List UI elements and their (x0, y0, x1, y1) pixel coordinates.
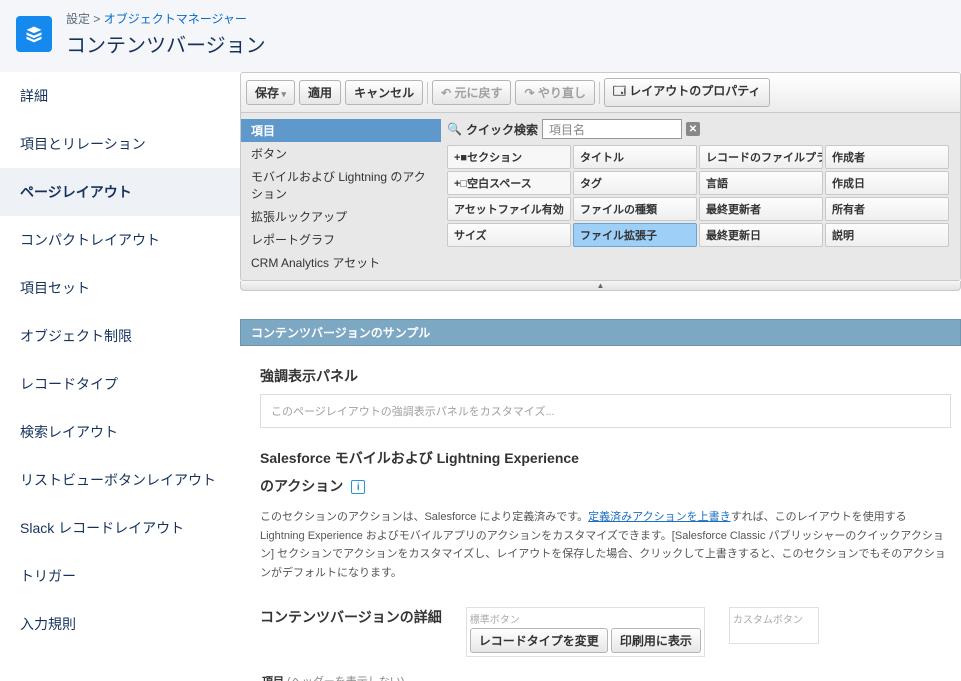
info-icon[interactable]: i (351, 480, 365, 494)
sidebar: 詳細項目とリレーションページレイアウトコンパクトレイアウト項目セットオブジェクト… (0, 72, 240, 681)
save-button[interactable]: 保存 (246, 80, 295, 105)
palette-category[interactable]: 拡張ルックアップ (241, 205, 441, 228)
field-chip[interactable]: アセットファイル有効 (447, 197, 571, 221)
custom-buttons: カスタムボタン (729, 607, 819, 644)
layout-props-button[interactable]: 🗔 レイアウトのプロパティ (604, 78, 770, 107)
field-chip[interactable]: レコードのファイルプライバシ (699, 145, 823, 169)
search-label: クイック検索 (466, 121, 538, 138)
palette-category[interactable]: ボタン (241, 142, 441, 165)
field-chip[interactable]: 所有者 (825, 197, 949, 221)
search-clear-button[interactable]: ✕ (686, 122, 700, 136)
sidebar-item[interactable]: レコードタイプ (0, 360, 240, 408)
undo-button[interactable]: ↶ 元に戻す (432, 80, 511, 105)
print-view-button[interactable]: 印刷用に表示 (611, 628, 701, 653)
apply-button[interactable]: 適用 (299, 80, 341, 105)
highlight-panel-title: 強調表示パネル (260, 366, 951, 386)
sidebar-item[interactable]: 項目セット (0, 264, 240, 312)
palette: 項目ボタンモバイルおよび Lightning のアクション拡張ルックアップレポー… (240, 113, 961, 281)
page-title: コンテンツバージョン (66, 29, 266, 58)
breadcrumb-root[interactable]: 設定 (66, 12, 90, 26)
sidebar-item[interactable]: 項目とリレーション (0, 120, 240, 168)
palette-category[interactable]: レポートグラフ (241, 228, 441, 251)
section-tab: 項目 (ヘッダーを表示しない) (260, 673, 406, 681)
field-chip[interactable]: 最終更新日 (699, 223, 823, 247)
page-header: 設定 > オブジェクトマネージャー コンテンツバージョン (0, 0, 961, 72)
field-chip[interactable]: ファイルの種類 (573, 197, 697, 221)
sidebar-item[interactable]: ページレイアウト (0, 168, 240, 216)
redo-button[interactable]: ↷ やり直し (515, 80, 594, 105)
search-icon: 🔍 (447, 122, 462, 136)
palette-category[interactable]: 項目 (241, 119, 441, 142)
sidebar-item[interactable]: Slack レコードレイアウト (0, 504, 240, 552)
field-chip[interactable]: 作成日 (825, 171, 949, 195)
sidebar-item[interactable]: リストビューボタンレイアウト (0, 456, 240, 504)
palette-categories: 項目ボタンモバイルおよび Lightning のアクション拡張ルックアップレポー… (241, 113, 441, 280)
breadcrumb-parent[interactable]: オブジェクトマネージャー (104, 12, 247, 26)
field-chip[interactable]: サイズ (447, 223, 571, 247)
override-link[interactable]: 定義済みアクションを上書き (588, 511, 730, 523)
palette-collapse[interactable]: ▲ (240, 281, 961, 291)
field-chip[interactable]: +□空白スペース (447, 171, 571, 195)
field-chip[interactable]: タグ (573, 171, 697, 195)
palette-category[interactable]: CRM Analytics アセット (241, 251, 441, 274)
toolbar: 保存 適用 キャンセル ↶ 元に戻す ↷ やり直し 🗔 レイアウトのプロパティ (240, 72, 961, 113)
detail-title: コンテンツバージョンの詳細 (260, 607, 442, 627)
cancel-button[interactable]: キャンセル (345, 80, 423, 105)
sidebar-item[interactable]: 詳細 (0, 72, 240, 120)
breadcrumb[interactable]: 設定 > オブジェクトマネージャー (66, 10, 266, 27)
search-input[interactable] (542, 119, 682, 139)
highlight-panel-hint[interactable]: このページレイアウトの強調表示パネルをカスタマイズ... (260, 394, 951, 428)
field-chip[interactable]: ファイル拡張子 (573, 223, 697, 247)
field-chip[interactable]: 説明 (825, 223, 949, 247)
field-chip[interactable]: タイトル (573, 145, 697, 169)
sidebar-item[interactable]: オブジェクト制限 (0, 312, 240, 360)
object-icon (16, 16, 52, 52)
change-record-type-button[interactable]: レコードタイプを変更 (470, 628, 608, 653)
content: 保存 適用 キャンセル ↶ 元に戻す ↷ やり直し 🗔 レイアウトのプロパティ … (240, 72, 961, 681)
sidebar-item[interactable]: コンパクトレイアウト (0, 216, 240, 264)
actions-title: Salesforce モバイルおよび Lightning Experience (260, 448, 951, 468)
field-chip[interactable]: +■セクション (447, 145, 571, 169)
sample-banner: コンテンツバージョンのサンプル (240, 319, 961, 346)
sidebar-item[interactable]: 入力規則 (0, 600, 240, 648)
standard-buttons: 標準ボタン レコードタイプを変更 印刷用に表示 (466, 607, 705, 657)
field-chip[interactable]: 作成者 (825, 145, 949, 169)
field-chip[interactable]: 最終更新者 (699, 197, 823, 221)
actions-subtitle: のアクション (260, 478, 343, 494)
palette-category[interactable]: モバイルおよび Lightning のアクション (241, 165, 441, 205)
field-chip[interactable]: 言語 (699, 171, 823, 195)
field-grid: +■セクションタイトルレコードのファイルプライバシ作成者 +□空白スペースタグ言語… (447, 145, 954, 247)
sidebar-item[interactable]: 検索レイアウト (0, 408, 240, 456)
actions-note: このセクションのアクションは、Salesforce により定義済みです。定義済み… (260, 508, 951, 583)
sidebar-item[interactable]: トリガー (0, 552, 240, 600)
